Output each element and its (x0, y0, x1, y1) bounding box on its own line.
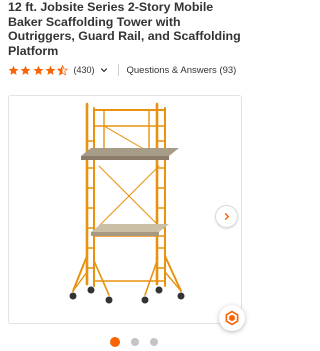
next-image-button[interactable] (215, 205, 238, 228)
pager-dot[interactable] (150, 338, 158, 346)
star-icon (33, 65, 43, 75)
product-title: 12 ft. Jobsite Series 2-Story Mobile Bak… (8, 0, 241, 58)
floating-action-button[interactable] (219, 305, 245, 331)
star-icon (20, 65, 31, 75)
review-count-link[interactable]: (430) (73, 65, 94, 75)
scaffolding-tower-image (69, 102, 185, 304)
chevron-right-icon (224, 212, 230, 221)
chevron-down-icon[interactable] (100, 66, 108, 74)
questions-answers-link[interactable]: Questions & Answers (93) (127, 65, 237, 76)
hexagon-icon (225, 310, 239, 326)
star-icon (45, 65, 56, 75)
star-icon (8, 65, 19, 75)
divider (117, 64, 119, 76)
rating-row: (430) Questions & Answers (93) (8, 63, 244, 77)
product-image-frame[interactable] (8, 95, 242, 324)
half-star-icon (57, 64, 69, 76)
star-rating[interactable] (8, 64, 69, 76)
pager-dot[interactable] (131, 338, 139, 346)
image-pager (110, 336, 190, 348)
pager-dot-active[interactable] (110, 337, 120, 347)
